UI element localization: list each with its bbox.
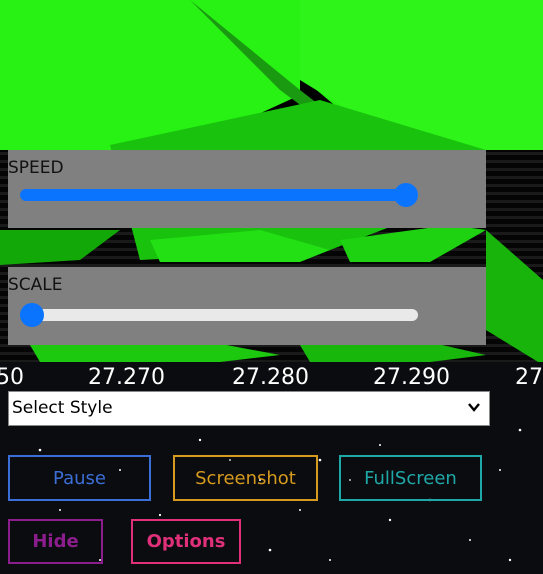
scale-panel: SCALE bbox=[8, 267, 486, 345]
axis-tick-label: 27.290 bbox=[373, 365, 450, 390]
axis-tick-label: 27.270 bbox=[88, 365, 165, 390]
style-select-value: Select Style bbox=[12, 398, 113, 418]
chevron-down-icon bbox=[468, 403, 480, 412]
options-button[interactable]: Options bbox=[131, 519, 241, 564]
fullscreen-button[interactable]: FullScreen bbox=[339, 455, 482, 501]
axis-ticks: 50 27.270 27.280 27.290 27 bbox=[0, 363, 543, 393]
axis-tick-label: 50 bbox=[0, 365, 24, 390]
speed-panel: SPEED bbox=[8, 150, 486, 228]
scale-slider-thumb[interactable] bbox=[19, 303, 44, 327]
speed-slider-track[interactable] bbox=[20, 189, 418, 201]
axis-tick-label: 27.280 bbox=[232, 365, 309, 390]
hide-button[interactable]: Hide bbox=[8, 519, 103, 564]
speed-slider-thumb[interactable] bbox=[394, 183, 419, 207]
style-select[interactable]: Select Style bbox=[8, 391, 490, 426]
scale-label: SCALE bbox=[8, 275, 63, 295]
scale-slider-track[interactable] bbox=[20, 309, 418, 321]
pause-button[interactable]: Pause bbox=[8, 455, 151, 501]
axis-tick-label: 27 bbox=[515, 365, 543, 390]
screenshot-button[interactable]: Screenshot bbox=[173, 455, 318, 501]
speed-label: SPEED bbox=[8, 158, 64, 178]
